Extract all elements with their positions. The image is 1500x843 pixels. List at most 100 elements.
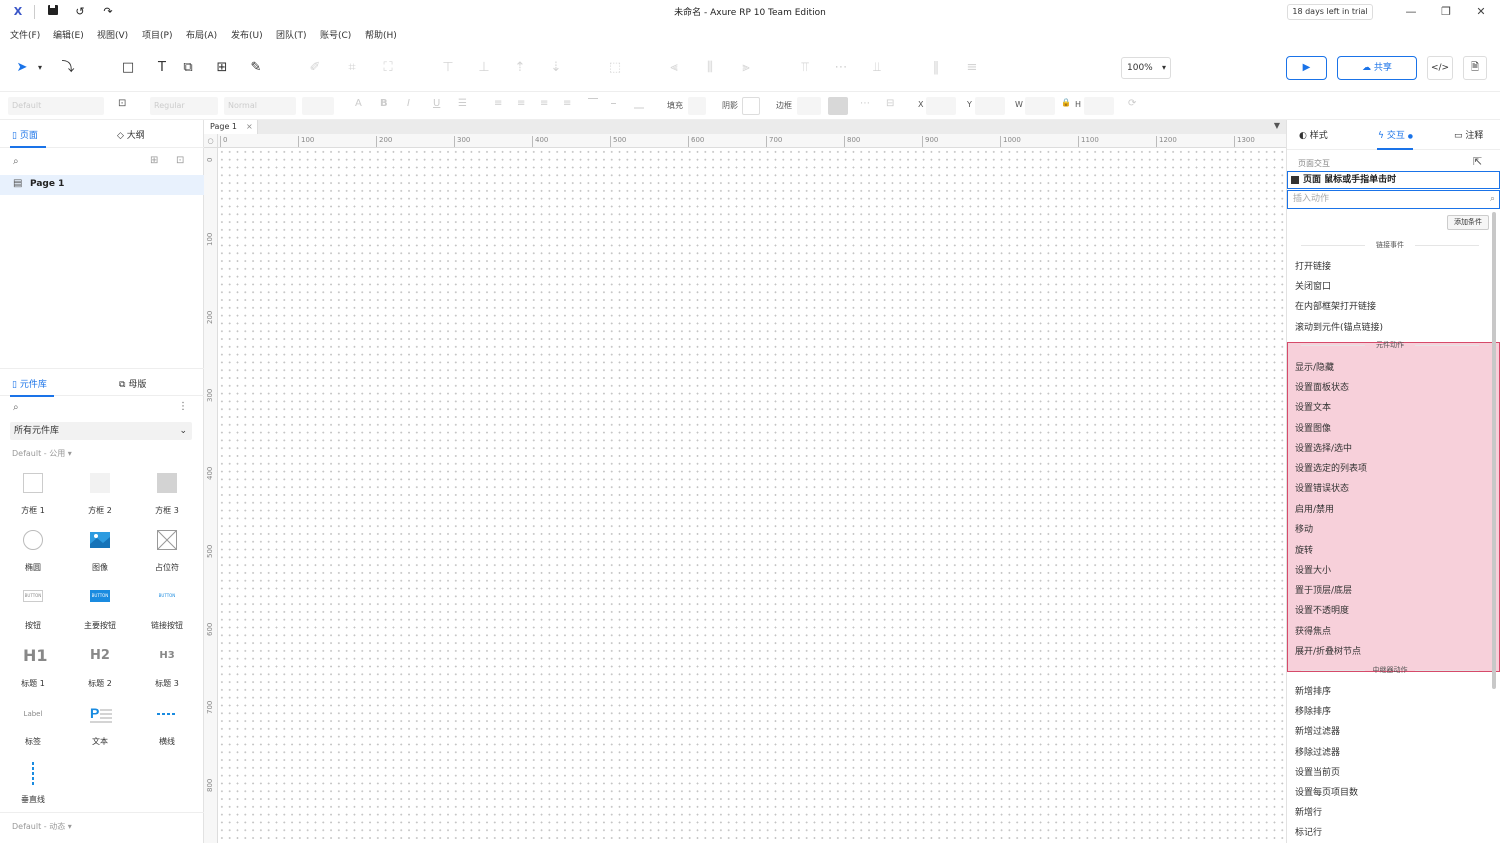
valign-middle-icon[interactable]: ⎯ [611, 98, 616, 109]
preview-button[interactable]: ▶ [1286, 56, 1327, 80]
action-item[interactable]: 设置大小 [1295, 563, 1331, 576]
align-top2-icon[interactable]: ⫪ [795, 58, 815, 78]
distribute-h-icon[interactable]: ‖ [926, 58, 946, 78]
tab-style[interactable]: ◐ 样式 [1299, 128, 1328, 141]
scrollbar[interactable] [1492, 212, 1496, 689]
add-page-icon[interactable]: ⊞ [150, 155, 158, 166]
action-item[interactable]: 在内部框架打开链接 [1295, 299, 1376, 312]
text-tool-icon[interactable]: T [152, 58, 172, 78]
action-item[interactable]: 置于顶层/底层 [1295, 583, 1352, 596]
text-align-right-icon[interactable]: ≡ [540, 98, 548, 109]
widget-ellipse[interactable]: 椭圆 [0, 522, 66, 578]
font-family-select[interactable]: Default [8, 97, 104, 115]
menu-help[interactable]: 帮助(H) [365, 28, 397, 41]
group-label-dynamic[interactable]: Default - 动态 ▾ [12, 821, 72, 832]
action-item[interactable]: 展开/折叠树节点 [1295, 644, 1361, 657]
widget-heading-3[interactable]: H3 标题 3 [134, 638, 200, 694]
h-input[interactable] [1084, 97, 1114, 115]
search-icon[interactable]: ⌕ [13, 156, 19, 167]
action-item[interactable]: 获得焦点 [1295, 624, 1331, 637]
align-left-icon[interactable]: ⫷ [664, 58, 684, 78]
rectangle-tool-icon[interactable]: □ [118, 58, 138, 78]
maximize-icon[interactable]: ❐ [1436, 3, 1456, 21]
border-color-swatch[interactable] [828, 97, 848, 115]
widget-primary-button[interactable]: BUTTON 主要按钮 [67, 580, 133, 636]
list-icon[interactable]: ☰ [458, 98, 467, 109]
action-item[interactable]: 新增行 [1295, 805, 1322, 818]
menu-view[interactable]: 视图(V) [97, 28, 128, 41]
w-input[interactable] [1025, 97, 1055, 115]
text-justify-icon[interactable]: ≡ [563, 98, 571, 109]
border-style-icon[interactable]: ⋯ [860, 98, 870, 109]
send-back-icon[interactable]: ⇣ [546, 58, 566, 78]
font-style-select[interactable]: Regular [150, 97, 218, 115]
tab-dropdown-icon[interactable]: ▼ [1274, 121, 1280, 130]
action-item[interactable]: 设置图像 [1295, 421, 1331, 434]
library-select[interactable]: 所有元件库 ⌄ [10, 422, 192, 440]
widget-box-1[interactable]: 方框 1 [0, 465, 66, 521]
action-item[interactable]: 打开链接 [1295, 259, 1331, 272]
action-item[interactable]: 设置每页项目数 [1295, 785, 1358, 798]
action-item[interactable]: 设置文本 [1295, 400, 1331, 413]
action-item[interactable]: 设置不透明度 [1295, 603, 1349, 616]
close-tab-icon[interactable]: × [246, 120, 253, 134]
format-painter-icon[interactable]: ⊡ [118, 98, 126, 109]
action-item[interactable]: 移除过滤器 [1295, 745, 1340, 758]
font-size-select[interactable] [302, 97, 334, 115]
italic-icon[interactable]: I [407, 98, 410, 109]
menu-publish[interactable]: 发布(U) [231, 28, 263, 41]
bold-icon[interactable]: B [380, 98, 388, 109]
page-list-item[interactable]: ▤ Page 1 [0, 175, 204, 195]
action-item[interactable]: 关闭窗口 [1295, 279, 1331, 292]
group-icon[interactable]: ⬚ [605, 58, 625, 78]
x-input[interactable] [926, 97, 956, 115]
action-item[interactable]: 新增排序 [1295, 684, 1331, 697]
action-item[interactable]: 设置当前页 [1295, 765, 1340, 778]
action-item[interactable]: 启用/禁用 [1295, 502, 1334, 515]
action-item[interactable]: 设置选择/选中 [1295, 441, 1352, 454]
tab-interactions[interactable]: ϟ 交互 ● [1378, 128, 1413, 141]
menu-edit[interactable]: 编辑(E) [53, 28, 84, 41]
design-canvas[interactable] [218, 148, 1286, 843]
select-arrow-icon[interactable]: ➤ [12, 58, 32, 78]
menu-team[interactable]: 团队(T) [276, 28, 307, 41]
search-icon[interactable]: ⌕ [13, 402, 19, 413]
menu-project[interactable]: 项目(P) [142, 28, 172, 41]
widget-text[interactable]: P 文本 [67, 696, 133, 752]
action-search-input[interactable]: 插入动作 ⌕ [1287, 190, 1500, 209]
crop-icon[interactable]: ⌗ [342, 58, 362, 78]
widget-heading-1[interactable]: H1 标题 1 [0, 638, 66, 694]
action-item[interactable]: 设置面板状态 [1295, 380, 1349, 393]
border-side-icon[interactable]: ⊟ [886, 98, 894, 109]
widget-placeholder[interactable]: 占位符 [134, 522, 200, 578]
text-align-center-icon[interactable]: ≡ [517, 98, 525, 109]
action-item[interactable]: 移除排序 [1295, 704, 1331, 717]
zoom-select[interactable]: 100% ▾ [1121, 57, 1171, 79]
align-top-icon[interactable]: ⊤ [438, 58, 458, 78]
text-align-left-icon[interactable]: ≡ [494, 98, 502, 109]
widget-heading-2[interactable]: H2 标题 2 [67, 638, 133, 694]
menu-layout[interactable]: 布局(A) [186, 28, 217, 41]
action-item[interactable]: 标记行 [1295, 825, 1322, 838]
align-bottom-icon[interactable]: ⊥ [474, 58, 494, 78]
lock-icon[interactable]: 🔒 [1061, 98, 1071, 107]
chevron-down-icon[interactable]: ▾ [30, 58, 50, 78]
bring-front-icon[interactable]: ⇡ [510, 58, 530, 78]
minimize-icon[interactable]: — [1401, 3, 1421, 21]
text-color-icon[interactable]: A [355, 98, 362, 109]
widget-button[interactable]: BUTTON 按钮 [0, 580, 66, 636]
align-middle-icon[interactable]: ⋯ [831, 58, 851, 78]
action-item[interactable]: 显示/隐藏 [1295, 360, 1334, 373]
tab-notes[interactable]: ▭ 注释 [1454, 128, 1483, 141]
valign-bottom-icon[interactable]: ⎽ [634, 98, 644, 109]
canvas-page-tab[interactable]: Page 1 × [204, 120, 258, 134]
underline-icon[interactable]: U [433, 98, 440, 109]
valign-top-icon[interactable]: ⎺ [588, 98, 598, 109]
action-item[interactable]: 旋转 [1295, 543, 1313, 556]
table-tool-icon[interactable]: ⊞ [212, 58, 232, 78]
fill-swatch[interactable] [688, 97, 706, 115]
widget-horizontal-line[interactable]: 横线 [134, 696, 200, 752]
widget-link-button[interactable]: BUTTON 链接按钮 [134, 580, 200, 636]
trial-badge[interactable]: 18 days left in trial [1287, 4, 1373, 20]
share-button[interactable]: ☁ 共享 [1337, 56, 1417, 80]
